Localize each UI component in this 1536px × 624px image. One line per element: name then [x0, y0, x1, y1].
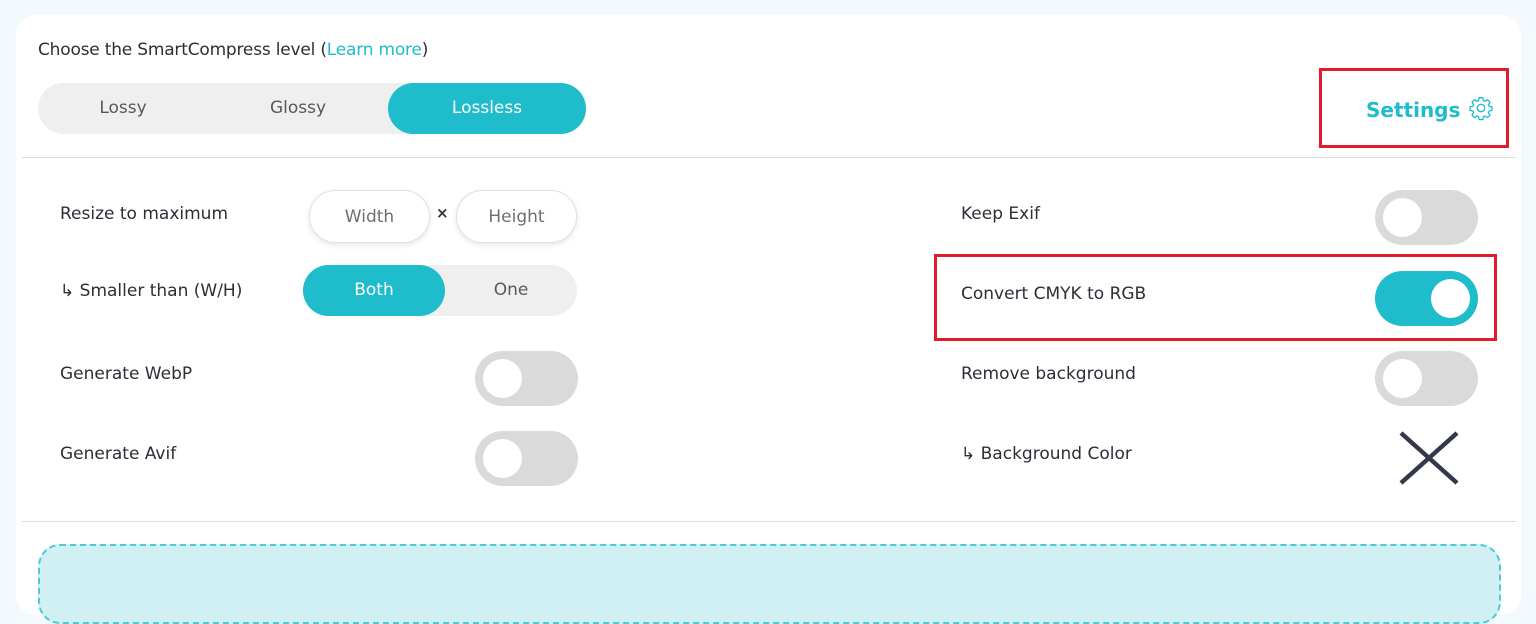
gear-icon: [1468, 95, 1494, 126]
smaller-than-selector: Both One: [303, 265, 577, 316]
divider-top: [22, 157, 1516, 158]
width-input[interactable]: [309, 190, 430, 243]
keep-exif-toggle[interactable]: [1375, 190, 1478, 245]
upload-dropzone[interactable]: [38, 544, 1501, 624]
option-both[interactable]: Both: [303, 265, 445, 316]
toggle-knob: [1383, 198, 1422, 237]
settings-label: Settings: [1366, 98, 1461, 122]
compress-level-selector: Lossy Glossy Lossless: [38, 83, 586, 134]
remove-background-label: Remove background: [961, 364, 1136, 384]
generate-avif-toggle[interactable]: [475, 431, 578, 486]
resize-label: Resize to maximum: [60, 204, 228, 224]
toggle-knob: [1383, 359, 1422, 398]
keep-exif-label: Keep Exif: [961, 204, 1040, 224]
generate-webp-toggle[interactable]: [475, 351, 578, 406]
option-one[interactable]: One: [445, 265, 577, 316]
smaller-than-label: ↳ Smaller than (W/H): [60, 281, 243, 301]
compress-level-paren: ): [421, 40, 429, 60]
compress-level-label: Choose the SmartCompress level (Learn mo…: [38, 40, 428, 60]
remove-background-toggle[interactable]: [1375, 351, 1478, 406]
convert-cmyk-toggle[interactable]: [1375, 271, 1478, 326]
generate-avif-label: Generate Avif: [60, 444, 177, 464]
generate-webp-label: Generate WebP: [60, 364, 193, 384]
toggle-knob: [483, 359, 522, 398]
option-lossy[interactable]: Lossy: [38, 83, 208, 134]
compress-level-text: Choose the SmartCompress level (: [38, 40, 327, 60]
option-glossy[interactable]: Glossy: [213, 83, 383, 134]
option-lossless[interactable]: Lossless: [388, 83, 586, 134]
height-input[interactable]: [456, 190, 577, 243]
settings-button[interactable]: Settings: [1366, 96, 1494, 124]
toggle-knob: [1431, 279, 1470, 318]
times-icon: ×: [436, 204, 449, 222]
toggle-knob: [483, 439, 522, 478]
close-icon[interactable]: [1398, 431, 1460, 489]
learn-more-link[interactable]: Learn more: [327, 40, 422, 60]
background-color-label: ↳ Background Color: [961, 444, 1132, 464]
convert-cmyk-label: Convert CMYK to RGB: [961, 284, 1147, 304]
divider-bottom: [22, 521, 1516, 522]
